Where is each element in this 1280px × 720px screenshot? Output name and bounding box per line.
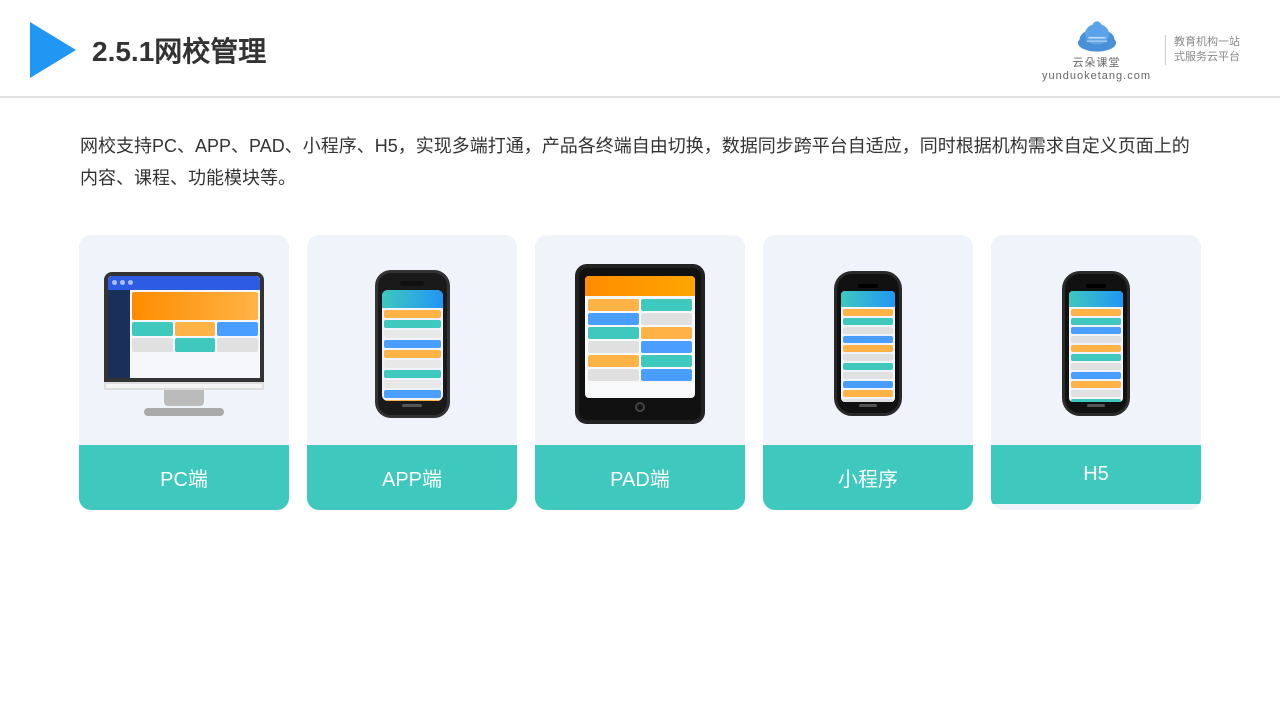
tablet-home [635,402,645,412]
brand-tagline-line2: 式服务云平台 [1174,50,1240,65]
tablet-screen [585,276,695,398]
device-phone-h5 [1062,271,1130,416]
card-h5: H5 [991,235,1201,510]
page-title: 2.5.1网校管理 [92,30,266,70]
card-app-image [307,235,517,445]
cloud-logo-icon [1071,18,1123,54]
card-app: APP端 [307,235,517,510]
brand-logo: 云朵课堂 yunduoketang.com [1042,18,1151,82]
phone-home [402,404,422,407]
card-pc-label: PC端 [79,445,289,510]
card-miniprogram: 小程序 [763,235,973,510]
brand-name: 云朵课堂 [1073,54,1121,70]
device-pc [104,272,264,416]
card-h5-image [991,235,1201,445]
phone-notch [400,281,424,286]
description-content: 网校支持PC、APP、PAD、小程序、H5，实现多端打通，产品各终端自由切换，数… [80,136,1190,188]
phone-notch-mini [858,284,878,288]
brand-tagline: 教育机构一站 式服务云平台 [1165,35,1240,66]
tablet-body [575,264,705,424]
card-pad-image [535,235,745,445]
header: 2.5.1网校管理 云朵课堂 yunduoketang.com 教育机构一站 式… [0,0,1280,98]
phone-notch-h5 [1086,284,1106,288]
card-app-label: APP端 [307,445,517,510]
card-pc-image [79,235,289,445]
card-h5-label: H5 [991,445,1201,504]
card-pad-label: PAD端 [535,445,745,510]
description-text: 网校支持PC、APP、PAD、小程序、H5，实现多端打通，产品各终端自由切换，数… [0,98,1280,215]
device-tablet [575,264,705,424]
card-miniprogram-label: 小程序 [763,445,973,510]
phone-screen [382,290,443,401]
phone-home-mini [859,404,877,407]
phone-screen-h5 [1069,291,1123,402]
phone-home-h5 [1087,404,1105,407]
card-miniprogram-image [763,235,973,445]
header-left: 2.5.1网校管理 [30,22,266,78]
device-phone-app [375,270,450,418]
card-pad: PAD端 [535,235,745,510]
cards-container: PC端 [0,215,1280,540]
brand-url: yunduoketang.com [1042,70,1151,82]
header-right: 云朵课堂 yunduoketang.com 教育机构一站 式服务云平台 [1042,18,1240,82]
logo-triangle-icon [30,22,76,78]
card-pc: PC端 [79,235,289,510]
device-phone-mini [834,271,902,416]
phone-app-body [375,270,450,418]
brand-tagline-line1: 教育机构一站 [1174,35,1240,50]
phone-screen-mini [841,291,895,402]
monitor-body [104,272,264,382]
